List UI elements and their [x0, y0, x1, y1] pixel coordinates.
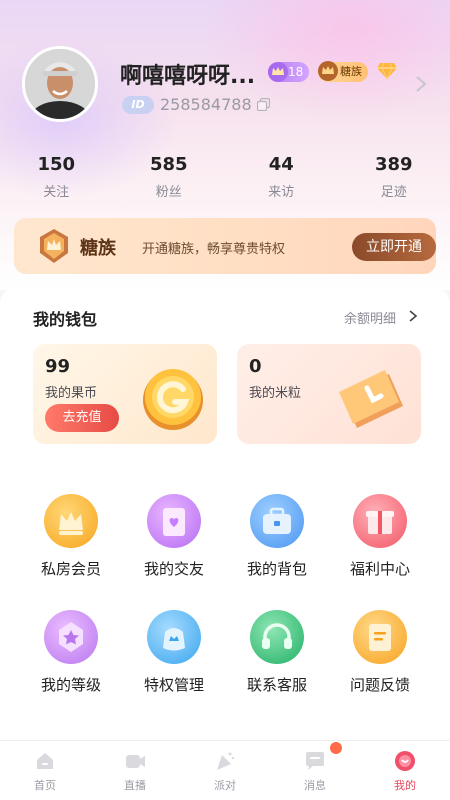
friend-card-icon [147, 494, 201, 548]
grid-label: 联系客服 [246, 676, 307, 694]
profile-chevron-right-icon[interactable] [414, 74, 428, 94]
crown-icon [44, 494, 98, 548]
stat-label: 足迹 [380, 185, 407, 200]
coin-balance: 99 [45, 356, 71, 377]
grid-item-vip-membership[interactable]: 私房会员 [20, 494, 122, 579]
tab-label: 我的 [394, 779, 416, 792]
coin-label: 我的果币 [45, 386, 98, 401]
clan-badge: 糖族 [318, 61, 368, 82]
stat-label: 粉丝 [155, 185, 182, 200]
stat-value: 389 [374, 154, 413, 175]
me-icon [395, 751, 415, 771]
privilege-icon [147, 610, 201, 664]
ticket-icon [339, 370, 403, 428]
stat-following[interactable]: 150 关注 [0, 154, 113, 204]
grid-item-welfare-center[interactable]: 福利中心 [329, 494, 431, 579]
copy-icon[interactable] [257, 98, 270, 111]
chevron-right-icon[interactable] [408, 309, 418, 323]
stat-visitors[interactable]: 44 来访 [225, 154, 338, 204]
coin-card[interactable]: 99 我的果币 去充值 [33, 344, 217, 444]
message-notification-dot [330, 742, 342, 754]
rice-balance: 0 [249, 356, 262, 377]
clan-medal-icon [318, 61, 338, 81]
live-icon [126, 755, 145, 768]
tab-label: 直播 [124, 779, 146, 792]
grid-item-feedback[interactable]: 问题反馈 [329, 610, 431, 695]
vip-banner[interactable]: 糖族 开通糖族，畅享尊贵特权 立即开通 [14, 218, 436, 274]
grid-label: 问题反馈 [349, 676, 410, 694]
stat-footprints[interactable]: 389 足迹 [338, 154, 450, 204]
avatar[interactable] [22, 46, 98, 122]
grid-label: 我的交友 [143, 560, 204, 578]
vip-medal-icon [40, 229, 68, 263]
rice-label: 我的米粒 [249, 386, 302, 401]
grid-label: 私房会员 [40, 560, 101, 578]
grid-item-backpack[interactable]: 我的背包 [226, 494, 328, 579]
message-icon [306, 752, 324, 770]
grid-label: 福利中心 [349, 560, 410, 578]
grid-label: 特权管理 [143, 676, 204, 694]
grid-item-privilege-management[interactable]: 特权管理 [123, 610, 225, 695]
tab-messages[interactable]: 消息 [270, 741, 360, 800]
headset-icon [250, 610, 304, 664]
tab-party[interactable]: 派对 [180, 741, 270, 800]
grid-item-customer-service[interactable]: 联系客服 [226, 610, 328, 695]
tab-live[interactable]: 直播 [90, 741, 180, 800]
stats-row: 150 关注 585 粉丝 44 来访 389 足迹 [0, 154, 450, 204]
vip-description: 开通糖族，畅享尊贵特权 [142, 242, 286, 257]
nickname: 啊嘻嘻呀呀... [120, 64, 256, 89]
id-tag: ID [122, 96, 154, 114]
home-icon [37, 753, 53, 769]
grid-label: 我的等级 [40, 676, 101, 694]
grid-item-my-friends[interactable]: 我的交友 [123, 494, 225, 579]
rice-card[interactable]: 0 我的米粒 [237, 344, 421, 444]
gift-icon [353, 494, 407, 548]
balance-detail-link[interactable]: 余额明细 [344, 308, 396, 327]
diamond-icon [377, 62, 397, 80]
level-badge: 18 [268, 62, 310, 82]
level-number: 18 [288, 65, 304, 79]
grid-item-my-level[interactable]: 我的等级 [20, 610, 122, 695]
feedback-icon [353, 610, 407, 664]
tab-label: 消息 [304, 779, 326, 792]
tab-home[interactable]: 首页 [0, 741, 90, 800]
clan-badge-label: 糖族 [340, 65, 362, 78]
tab-label: 派对 [214, 779, 236, 792]
vip-title: 糖族 [80, 238, 116, 259]
stat-value: 150 [37, 154, 76, 175]
crown-level-icon [268, 62, 288, 82]
backpack-icon [250, 494, 304, 548]
star-level-icon [44, 610, 98, 664]
bottom-tab-bar: 首页 直播 派对 消息 我的 [0, 740, 450, 800]
tab-label: 首页 [34, 779, 56, 792]
stat-value: 44 [268, 154, 294, 175]
stat-label: 来访 [268, 185, 295, 200]
wallet-title: 我的钱包 [33, 310, 98, 329]
coin-icon [143, 369, 203, 430]
stat-value: 585 [149, 154, 188, 175]
grid-label: 我的背包 [246, 560, 307, 578]
vip-activate-button[interactable]: 立即开通 [352, 233, 436, 261]
stat-label: 关注 [43, 185, 70, 200]
user-id: 258584788 [160, 95, 252, 114]
recharge-button[interactable]: 去充值 [45, 404, 119, 432]
party-icon [217, 752, 235, 770]
stat-fans[interactable]: 585 粉丝 [113, 154, 226, 204]
tab-me[interactable]: 我的 [360, 741, 450, 800]
